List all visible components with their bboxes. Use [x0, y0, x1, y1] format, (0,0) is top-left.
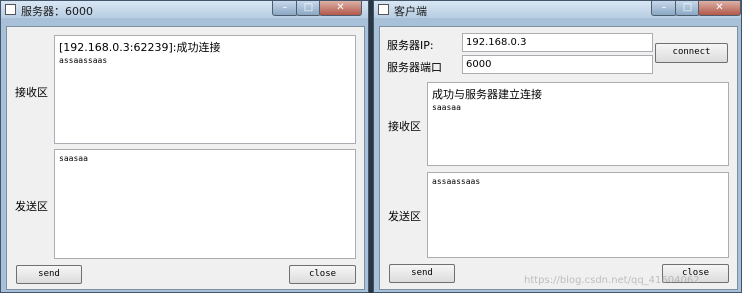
send-button[interactable]: send: [389, 264, 455, 283]
app-icon: [5, 4, 16, 15]
server-window-title: 服务器：6000: [21, 5, 93, 18]
server-port-label: 服务器端口: [387, 61, 442, 74]
server-port-input[interactable]: 6000: [462, 55, 653, 74]
close-window-icon[interactable]: ✕: [319, 1, 362, 16]
server-send-area[interactable]: saasaa: [54, 149, 356, 259]
close-button[interactable]: close: [289, 265, 356, 284]
server-client-area: 接收区 [192.168.0.3:62239]:成功连接 assaassaas …: [6, 26, 365, 290]
receive-area-label: 接收区: [15, 86, 48, 99]
minimize-icon[interactable]: –: [651, 1, 677, 16]
server-ip-label: 服务器IP:: [387, 39, 434, 52]
receive-area-label: 接收区: [388, 120, 421, 133]
server-titlebar[interactable]: 服务器：6000 – □ ✕: [1, 1, 368, 18]
maximize-icon[interactable]: □: [675, 1, 700, 16]
receive-line: 成功与服务器建立连接: [432, 88, 542, 101]
connect-button[interactable]: connect: [655, 43, 728, 63]
app-icon: [378, 4, 389, 15]
send-text: saasaa: [59, 154, 88, 163]
maximize-icon[interactable]: □: [296, 1, 321, 16]
send-button[interactable]: send: [16, 265, 82, 284]
receive-line: [192.168.0.3:62239]:成功连接: [59, 41, 221, 54]
server-window: 服务器：6000 – □ ✕ 接收区 [192.168.0.3:62239]:成…: [0, 0, 369, 293]
client-window-title: 客户端: [394, 5, 427, 18]
send-text: assaassaas: [432, 177, 481, 186]
server-ip-input[interactable]: 192.168.0.3: [462, 33, 653, 52]
client-window: 客户端 – □ ✕ 服务器IP: 192.168.0.3 服务器端口 6000 …: [373, 0, 742, 293]
minimize-icon[interactable]: –: [272, 1, 298, 16]
receive-line: saasaa: [432, 103, 461, 112]
server-receive-area[interactable]: [192.168.0.3:62239]:成功连接 assaassaas: [54, 35, 356, 144]
client-send-area[interactable]: assaassaas: [427, 172, 729, 258]
client-client-area: 服务器IP: 192.168.0.3 服务器端口 6000 connect 接收…: [379, 26, 738, 290]
watermark-text: https://blog.csdn.net/qq_41604062: [524, 275, 700, 286]
send-area-label: 发送区: [388, 210, 421, 223]
receive-line: assaassaas: [59, 56, 108, 65]
send-area-label: 发送区: [15, 200, 48, 213]
client-titlebar[interactable]: 客户端 – □ ✕: [374, 1, 741, 18]
client-receive-area[interactable]: 成功与服务器建立连接 saasaa: [427, 82, 729, 166]
close-window-icon[interactable]: ✕: [698, 1, 741, 16]
